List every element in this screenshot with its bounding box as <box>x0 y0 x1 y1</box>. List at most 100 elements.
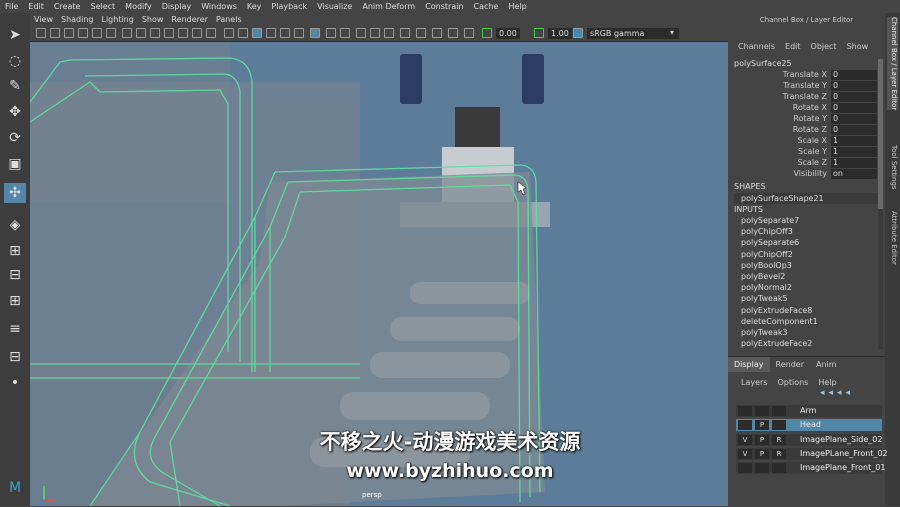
layer-menu-options[interactable]: Options <box>777 378 808 387</box>
exposure-field[interactable]: 0.00 <box>496 28 520 39</box>
vmenu-renderer[interactable]: Renderer <box>167 15 212 24</box>
depth-of-field-icon[interactable] <box>400 28 410 38</box>
outliner-layout-icon[interactable]: ≡ <box>4 319 26 339</box>
layer-row[interactable]: Arm <box>736 405 882 417</box>
wireframe-icon[interactable] <box>224 28 234 38</box>
cb-menu-edit[interactable]: Edit <box>785 42 801 51</box>
film-gate-icon[interactable] <box>136 28 146 38</box>
tab-attribute-editor[interactable]: Attribute Editor <box>887 211 898 265</box>
single-view-icon[interactable]: ◈ <box>4 215 26 235</box>
menu-anim-deform[interactable]: Anim Deform <box>357 2 420 11</box>
field-chart-icon[interactable] <box>178 28 188 38</box>
input-node[interactable]: polyBoolOp3 <box>741 261 792 270</box>
color-management-icon[interactable] <box>573 28 583 38</box>
input-node[interactable]: polyNormal2 <box>741 283 792 292</box>
attr-row[interactable]: Rotate X 0 <box>728 103 885 114</box>
attr-value[interactable]: on <box>831 169 877 179</box>
menu-playback[interactable]: Playback <box>266 2 312 11</box>
menu-help[interactable]: Help <box>503 2 531 11</box>
vmenu-show[interactable]: Show <box>138 15 168 24</box>
snapshot-icon[interactable] <box>464 28 474 38</box>
attr-value[interactable]: 0 <box>831 81 877 91</box>
xray-active-icon[interactable] <box>326 28 336 38</box>
menu-select[interactable]: Select <box>85 2 120 11</box>
vmenu-view[interactable]: View <box>30 15 57 24</box>
gamma-field[interactable]: 1.00 <box>548 28 572 39</box>
menu-edit[interactable]: Edit <box>23 2 49 11</box>
attr-value[interactable]: 0 <box>831 114 877 124</box>
hud-icon[interactable] <box>432 28 442 38</box>
motion-blur-icon[interactable] <box>370 28 380 38</box>
layer-menu-help[interactable]: Help <box>818 378 836 387</box>
ambient-occlusion-icon[interactable] <box>356 28 366 38</box>
chevron-down-icon[interactable]: ▾ <box>670 28 674 37</box>
paint-select-icon[interactable]: ✎ <box>4 76 26 96</box>
menu-key[interactable]: Key <box>242 2 267 11</box>
xray-joints-icon[interactable] <box>340 28 350 38</box>
gamma-icon[interactable] <box>534 28 544 38</box>
menu-create[interactable]: Create <box>49 2 86 11</box>
attr-value[interactable]: 0 <box>831 125 877 135</box>
four-view-icon[interactable]: ⊞ <box>4 241 26 261</box>
cb-menu-channels[interactable]: Channels <box>738 42 775 51</box>
tab-channel-box[interactable]: Channel Box / Layer Editor <box>887 17 898 111</box>
safe-action-icon[interactable] <box>192 28 202 38</box>
menu-display[interactable]: Display <box>157 2 197 11</box>
wireframe-on-shaded-icon[interactable] <box>252 28 262 38</box>
vmenu-lighting[interactable]: Lighting <box>97 15 137 24</box>
attr-row[interactable]: Scale Z 1 <box>728 158 885 169</box>
ui-toggle-icon[interactable] <box>448 28 458 38</box>
channel-box-scrollbar[interactable] <box>878 59 883 349</box>
attr-value[interactable]: 1 <box>831 136 877 146</box>
cb-menu-show[interactable]: Show <box>847 42 869 51</box>
select-tool-icon[interactable]: ➤ <box>4 25 26 45</box>
colorspace-dropdown[interactable]: sRGB gamma <box>587 28 679 39</box>
shape-row[interactable]: polySurfaceShape21 <box>734 193 880 204</box>
dot-icon[interactable]: • <box>4 373 26 393</box>
attr-row[interactable]: Scale Y 1 <box>728 147 885 158</box>
tab-anim[interactable]: Anim <box>810 357 843 372</box>
textured-icon[interactable] <box>266 28 276 38</box>
lasso-tool-icon[interactable]: ◌ <box>4 51 26 71</box>
attr-row[interactable]: Translate X 0 <box>728 70 885 81</box>
isolate-select-icon[interactable] <box>416 28 426 38</box>
attr-row[interactable]: Translate Y 0 <box>728 81 885 92</box>
layout-split-icon[interactable]: ⊞ <box>4 291 26 311</box>
attr-row[interactable]: Scale X 1 <box>728 136 885 147</box>
input-node[interactable]: polySeparate6 <box>741 238 799 247</box>
rotate-tool-icon[interactable]: ⟳ <box>4 128 26 148</box>
playback-toggle[interactable] <box>755 406 769 416</box>
graph-layout-icon[interactable]: ⊟ <box>4 347 26 367</box>
input-node[interactable]: polyExtrudeFace2 <box>741 339 812 348</box>
input-node[interactable]: polyBevel2 <box>741 272 785 281</box>
input-node[interactable]: polyTweak3 <box>741 328 788 337</box>
grease-pencil-icon[interactable] <box>106 28 116 38</box>
safe-title-icon[interactable] <box>206 28 216 38</box>
lights-icon[interactable] <box>280 28 290 38</box>
layer-menu-layers[interactable]: Layers <box>741 378 767 387</box>
2d-pan-icon[interactable] <box>92 28 102 38</box>
multisample-icon[interactable] <box>384 28 394 38</box>
attr-row[interactable]: Rotate Y 0 <box>728 114 885 125</box>
last-tool-icon[interactable]: ✣ <box>4 183 26 203</box>
menu-file[interactable]: File <box>0 2 23 11</box>
menu-modify[interactable]: Modify <box>120 2 157 11</box>
tab-tool-settings[interactable]: Tool Settings <box>887 145 898 190</box>
attr-row[interactable]: Translate Z 0 <box>728 92 885 103</box>
input-node[interactable]: polyTweak5 <box>741 294 788 303</box>
image-plane-icon[interactable] <box>78 28 88 38</box>
bookmark-icon[interactable] <box>64 28 74 38</box>
smooth-shade-icon[interactable] <box>238 28 248 38</box>
attr-value[interactable]: 0 <box>831 92 877 102</box>
cb-menu-object[interactable]: Object <box>811 42 837 51</box>
attr-row[interactable]: Visibility on <box>728 169 885 180</box>
camera-icon[interactable] <box>36 28 46 38</box>
vmenu-shading[interactable]: Shading <box>57 15 98 24</box>
grid-icon[interactable] <box>122 28 132 38</box>
gate-mask-icon[interactable] <box>164 28 174 38</box>
menu-cache[interactable]: Cache <box>469 2 504 11</box>
camera-attr-icon[interactable] <box>50 28 60 38</box>
input-node[interactable]: polyChipOff3 <box>741 227 793 236</box>
attr-value[interactable]: 1 <box>831 158 877 168</box>
input-node[interactable]: polySeparate7 <box>741 216 799 225</box>
